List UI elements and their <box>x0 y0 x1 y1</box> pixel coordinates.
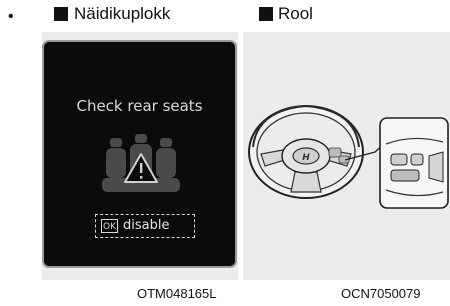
figure-code-left: OTM048165L <box>137 286 217 301</box>
panel-header: Näidikuplokk <box>42 0 238 32</box>
panel-image-area: Check rear seats OK disable <box>42 32 238 280</box>
instrument-cluster-figure: Näidikuplokk Check rear seats OK disable <box>42 0 238 280</box>
svg-text:H: H <box>302 153 310 163</box>
panel-header: Rool <box>243 0 450 32</box>
bullet: • <box>8 8 14 25</box>
panel-title: Rool <box>278 4 313 23</box>
panel-title: Näidikuplokk <box>74 4 171 23</box>
square-marker-icon <box>259 7 273 21</box>
steering-wheel-figure: Rool H <box>243 0 450 280</box>
cluster-display: Check rear seats OK disable <box>42 40 237 268</box>
rear-seat-warning-icon <box>102 134 180 192</box>
square-marker-icon <box>54 7 68 21</box>
steering-wheel-illustration: H <box>248 104 449 209</box>
ok-action-label: disable <box>123 218 170 233</box>
figure-code-right: OCN7050079 <box>341 286 421 301</box>
ok-key-label: OK <box>101 219 118 233</box>
ok-disable-prompt: OK disable <box>95 214 195 238</box>
cluster-message: Check rear seats <box>76 97 203 115</box>
panel-image-area: H <box>243 32 450 280</box>
